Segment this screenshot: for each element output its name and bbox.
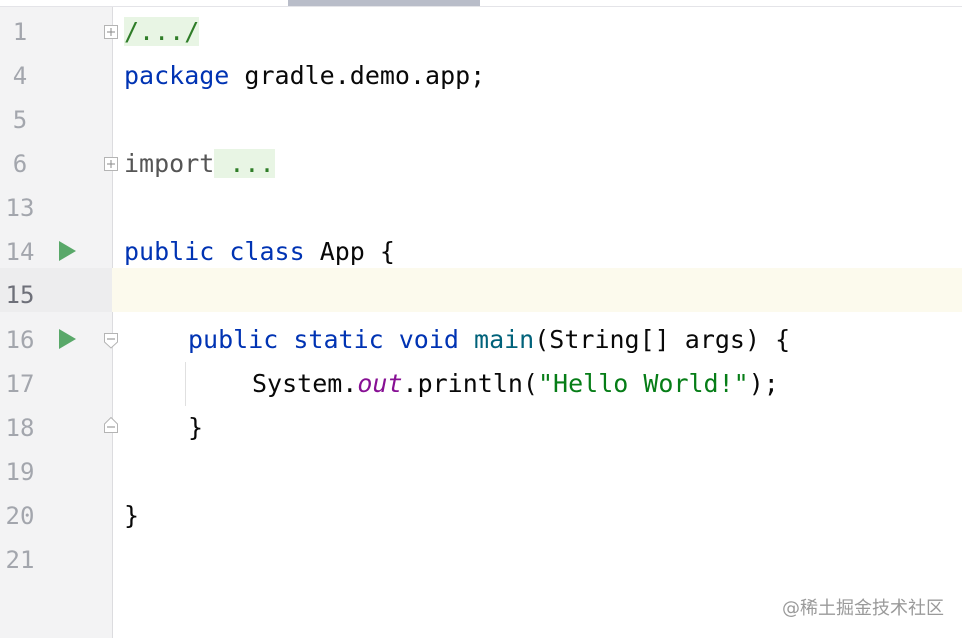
keyword-package: package	[124, 61, 230, 90]
keyword-static: static	[293, 325, 384, 354]
line-number: 14	[5, 238, 35, 266]
keyword-class: class	[229, 237, 305, 266]
system-class: System.	[252, 369, 358, 398]
keyword-public: public	[188, 325, 279, 354]
fold-collapse-start-icon[interactable]	[104, 333, 118, 349]
keyword-public: public	[124, 237, 215, 266]
line-number-current: 15	[5, 281, 35, 309]
method-name-main: main	[474, 325, 535, 354]
run-main-icon[interactable]	[56, 328, 78, 350]
code-line-6[interactable]: import ...	[124, 142, 275, 186]
line-number: 5	[12, 106, 28, 134]
current-line-highlight	[0, 268, 962, 312]
fold-collapse-end-icon[interactable]	[104, 417, 118, 433]
watermark: @稀土掘金技术社区	[782, 598, 944, 619]
println-call: .println(	[402, 369, 538, 398]
line-number: 21	[5, 546, 35, 574]
statement-end: );	[748, 369, 779, 398]
line-number: 1	[12, 18, 28, 46]
indent-guide	[185, 362, 186, 406]
code-line-1[interactable]: /.../	[124, 10, 200, 54]
keyword-void: void	[398, 325, 459, 354]
folded-header-comment[interactable]: /.../	[124, 17, 200, 46]
code-line-4[interactable]: package gradle.demo.app;	[124, 54, 485, 98]
code-line-20[interactable]: }	[124, 494, 139, 538]
line-number: 17	[5, 370, 35, 398]
editor-top-bar	[0, 0, 962, 7]
fold-plus-icon[interactable]	[104, 157, 118, 171]
keyword-import: import	[124, 149, 215, 178]
horizontal-scrollbar-thumb[interactable]	[288, 0, 480, 6]
fold-plus-icon[interactable]	[104, 25, 118, 39]
static-field-out: out	[357, 369, 403, 398]
code-line-16[interactable]: public static void main(String[] args) {	[188, 318, 790, 362]
run-class-icon[interactable]	[56, 240, 78, 262]
line-number: 18	[5, 414, 35, 442]
method-signature: (String[] args) {	[534, 325, 791, 354]
code-line-14[interactable]: public class App {	[124, 230, 395, 274]
code-line-18[interactable]: }	[188, 406, 203, 450]
line-number: 19	[5, 458, 35, 486]
line-number: 20	[5, 502, 35, 530]
code-line-17[interactable]: System.out.println("Hello World!");	[252, 362, 779, 406]
line-number: 16	[5, 326, 35, 354]
class-declaration: App {	[304, 237, 395, 266]
package-name: gradle.demo.app;	[229, 61, 486, 90]
line-number: 6	[12, 150, 28, 178]
folded-imports[interactable]: ...	[214, 149, 275, 178]
string-literal: "Hello World!"	[537, 369, 749, 398]
line-number: 4	[12, 62, 28, 90]
line-number: 13	[5, 194, 35, 222]
